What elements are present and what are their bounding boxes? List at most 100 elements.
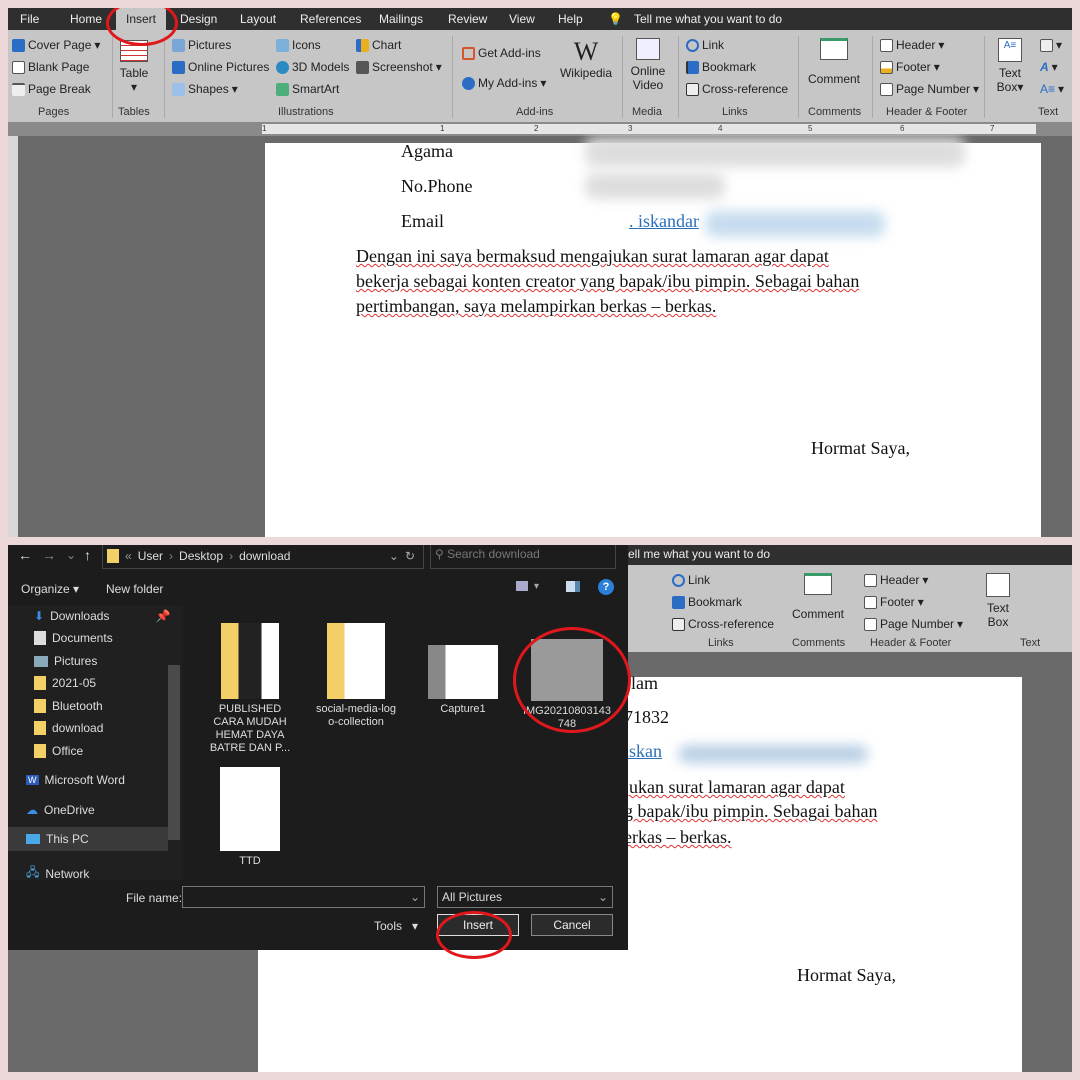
pictures-button[interactable]: Pictures xyxy=(172,38,231,52)
cover-page-button[interactable]: Cover Page ▾ xyxy=(12,38,100,52)
page-number-button[interactable]: Page Number ▾ xyxy=(880,82,979,96)
text-box-button[interactable]: A≡ Text Box▾ xyxy=(992,38,1028,94)
comment-button[interactable]: Comment xyxy=(804,38,864,86)
back-arrow-icon[interactable]: ← xyxy=(18,547,32,563)
wikipedia-button[interactable]: W Wikipedia xyxy=(558,38,614,81)
cross-reference-button[interactable]: Cross-reference xyxy=(672,617,774,631)
nav-pictures[interactable]: Pictures xyxy=(34,654,97,668)
tell-me-search[interactable]: ell me what you want to do xyxy=(628,547,770,561)
header-button[interactable]: Header ▾ xyxy=(880,38,944,52)
quick-parts-button[interactable]: ▾ xyxy=(1040,38,1062,52)
text-box-button[interactable]: Text Box xyxy=(980,573,1016,629)
search-input[interactable]: ⚲ Search download xyxy=(430,545,616,569)
chart-button[interactable]: Chart xyxy=(356,38,401,52)
nav-office[interactable]: Office xyxy=(34,744,83,758)
nav-2021-05[interactable]: 2021-05 xyxy=(34,676,96,690)
address-dropdown-icon[interactable]: ⌄ xyxy=(389,546,399,566)
tab-design[interactable]: Design xyxy=(180,12,217,26)
refresh-icon[interactable]: ↻ xyxy=(405,546,415,566)
body-line: erkas – berkas. xyxy=(624,827,732,847)
view-dropdown-icon[interactable]: ▾ xyxy=(534,581,539,592)
ruler-number: 1 xyxy=(440,124,445,133)
folder-icon xyxy=(34,676,46,690)
shapes-button[interactable]: Shapes ▾ xyxy=(172,82,238,96)
organize-menu[interactable]: Organize ▾ xyxy=(21,582,79,596)
get-addins-button[interactable]: Get Add-ins xyxy=(462,46,541,60)
address-bar[interactable]: « User › Desktop › download ⌄ ↻ xyxy=(102,545,424,569)
wordart-button[interactable]: A ▾ xyxy=(1040,60,1058,74)
nav-download[interactable]: download xyxy=(34,721,103,735)
file-item[interactable]: PUBLISHED CARA MUDAH HEMAT DAYA BATRE DA… xyxy=(205,623,295,755)
tab-mailings[interactable]: Mailings xyxy=(379,12,423,26)
footer-button[interactable]: Footer ▾ xyxy=(880,60,940,74)
email-link[interactable]: . iskandar xyxy=(629,211,699,232)
group-label-illustrations: Illustrations xyxy=(278,106,334,118)
divider xyxy=(984,36,985,118)
tab-layout[interactable]: Layout xyxy=(240,12,276,26)
bookmark-button[interactable]: Bookmark xyxy=(672,595,742,609)
icons-button[interactable]: Icons xyxy=(276,38,321,52)
vertical-ruler[interactable] xyxy=(8,136,18,537)
link-button[interactable]: Link xyxy=(672,573,710,587)
file-type-select[interactable]: All Pictures ⌄ xyxy=(437,886,613,908)
tab-references[interactable]: References xyxy=(300,12,361,26)
document-page[interactable]: Agama No.Phone Email . iskandar Dengan i… xyxy=(265,137,1041,537)
nav-network[interactable]: 🖧 Network xyxy=(26,863,89,884)
body-line: g bapak/ibu pimpin. Sebagai bahan xyxy=(624,801,878,821)
table-button[interactable]: Table ▾ xyxy=(116,40,152,94)
view-options-icon[interactable] xyxy=(516,581,528,591)
page-number-button[interactable]: Page Number ▾ xyxy=(864,617,963,631)
header-button[interactable]: Header ▾ xyxy=(864,573,928,587)
nav-this-pc[interactable]: This PC xyxy=(8,827,168,851)
link-button[interactable]: Link xyxy=(686,38,724,52)
page-break-button[interactable]: Page Break xyxy=(12,82,91,96)
tab-review[interactable]: Review xyxy=(448,12,487,26)
tab-home[interactable]: Home xyxy=(70,12,102,26)
online-video-icon xyxy=(636,38,660,60)
drop-cap-button[interactable]: A≡ ▾ xyxy=(1040,82,1064,96)
cross-reference-button[interactable]: Cross-reference xyxy=(686,82,788,96)
bookmark-button[interactable]: Bookmark xyxy=(686,60,756,74)
file-item[interactable]: social-media-log o-collection xyxy=(311,623,401,729)
3d-models-button[interactable]: 3D Models xyxy=(276,60,349,74)
recent-chevron-icon[interactable]: ⌄ xyxy=(66,548,76,562)
help-icon[interactable]: ? xyxy=(598,579,614,595)
image-thumbnail xyxy=(428,645,498,699)
wordart-icon: A xyxy=(1040,60,1049,74)
tab-help[interactable]: Help xyxy=(558,12,583,26)
file-item[interactable]: Capture1 xyxy=(418,645,508,716)
cover-page-icon xyxy=(12,38,25,52)
tab-view[interactable]: View xyxy=(509,12,535,26)
tab-file[interactable]: File xyxy=(20,12,39,26)
tell-me-search[interactable]: Tell me what you want to do xyxy=(634,12,782,26)
nav-documents[interactable]: Documents xyxy=(34,631,113,645)
blank-page-button[interactable]: Blank Page xyxy=(12,60,89,74)
online-video-button[interactable]: Online Video xyxy=(626,38,670,92)
file-item[interactable]: TTD xyxy=(205,767,295,868)
email-link[interactable]: iskan xyxy=(624,741,662,762)
group-label-addins: Add-ins xyxy=(516,106,554,118)
nav-microsoft-word[interactable]: W Microsoft Word xyxy=(26,773,125,787)
group-label-links: Links xyxy=(722,106,748,118)
screenshot-button[interactable]: Screenshot ▾ xyxy=(356,60,442,74)
file-name-input[interactable]: ⌄ xyxy=(182,886,425,908)
breadcrumb-item[interactable]: download xyxy=(239,546,290,566)
up-arrow-icon[interactable]: ↑ xyxy=(84,547,91,563)
nav-bluetooth[interactable]: Bluetooth xyxy=(34,699,103,713)
nav-downloads[interactable]: ⬇ Downloads 📌 xyxy=(34,609,170,623)
breadcrumb-item[interactable]: Desktop xyxy=(179,546,223,566)
breadcrumb-item[interactable]: User xyxy=(138,546,163,566)
comment-button[interactable]: Comment xyxy=(788,573,848,621)
cancel-button[interactable]: Cancel xyxy=(531,914,613,936)
my-addins-button[interactable]: My Add-ins ▾ xyxy=(462,76,546,90)
horizontal-ruler[interactable]: 1 1 2 3 4 5 6 7 xyxy=(8,122,1072,136)
forward-arrow-icon[interactable]: → xyxy=(42,547,56,563)
nav-scrollbar[interactable] xyxy=(168,665,180,840)
online-pictures-button[interactable]: Online Pictures xyxy=(172,60,269,74)
footer-button[interactable]: Footer ▾ xyxy=(864,595,924,609)
preview-pane-icon[interactable] xyxy=(566,581,580,592)
new-folder-button[interactable]: New folder xyxy=(106,582,163,596)
tools-menu[interactable]: Tools ▾ xyxy=(374,919,418,933)
nav-onedrive[interactable]: ☁ OneDrive xyxy=(26,803,95,817)
smartart-button[interactable]: SmartArt xyxy=(276,82,339,96)
